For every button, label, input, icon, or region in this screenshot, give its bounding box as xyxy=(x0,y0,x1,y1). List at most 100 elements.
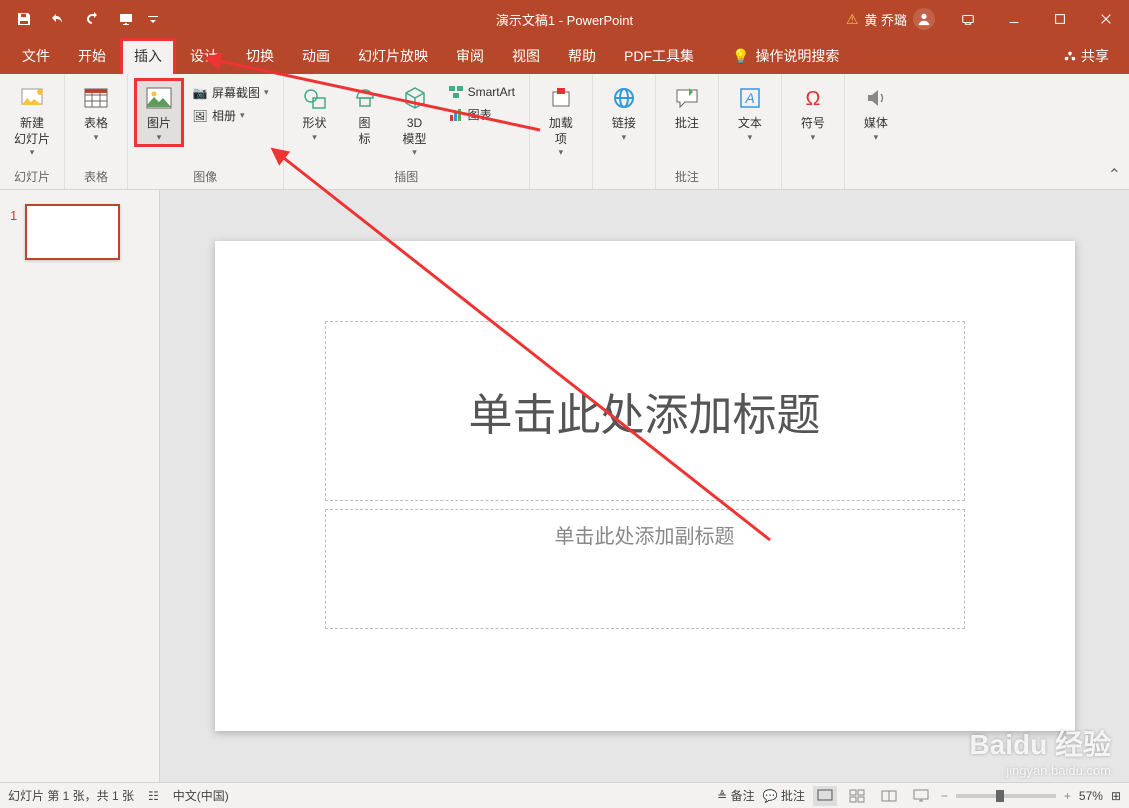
group-label-links xyxy=(622,169,625,189)
tab-pdf[interactable]: PDF工具集 xyxy=(610,38,708,74)
slide-thumbnail-1[interactable]: 1 xyxy=(10,204,149,260)
group-label-slides: 幻灯片 xyxy=(14,166,50,189)
shapes-button[interactable]: 形状 ▾ xyxy=(290,78,340,147)
svg-text:Ω: Ω xyxy=(805,88,820,110)
share-button[interactable]: 共享 xyxy=(1051,38,1121,74)
accessibility-icon[interactable]: ☷ xyxy=(148,789,159,803)
picture-icon xyxy=(143,82,175,114)
photo-album-button[interactable]: 🖼 相册 ▾ xyxy=(188,105,273,126)
tab-design[interactable]: 设计 xyxy=(176,38,232,74)
normal-view-button[interactable] xyxy=(813,786,837,806)
symbol-button[interactable]: Ω 符号 ▾ xyxy=(788,78,838,147)
ribbon: 新建 幻灯片 ▾ 幻灯片 表格 ▾ 表格 图片 ▾ 📷 xyxy=(0,74,1129,190)
thumbnail-panel: 1 xyxy=(0,190,160,782)
title-placeholder[interactable]: 单击此处添加标题 xyxy=(325,321,965,501)
tab-view[interactable]: 视图 xyxy=(498,38,554,74)
new-slide-icon xyxy=(16,82,48,114)
fit-to-window-button[interactable]: ⊞ xyxy=(1111,789,1121,803)
maximize-button[interactable] xyxy=(1037,0,1083,38)
links-button[interactable]: 链接 ▾ xyxy=(599,78,649,147)
minimize-button[interactable] xyxy=(991,0,1037,38)
qat-customize-button[interactable] xyxy=(144,5,162,33)
addins-icon xyxy=(545,82,577,114)
link-icon xyxy=(608,82,640,114)
icons-button[interactable]: 图 标 xyxy=(340,78,390,151)
slideshow-view-button[interactable] xyxy=(909,786,933,806)
caret-icon: ▾ xyxy=(559,147,564,158)
start-from-beginning-button[interactable] xyxy=(110,5,142,33)
user-account[interactable]: ⚠ 黄 乔璐 xyxy=(836,8,945,30)
language-indicator[interactable]: 中文(中国) xyxy=(173,787,229,804)
slide-sorter-button[interactable] xyxy=(845,786,869,806)
quick-access-toolbar xyxy=(0,5,162,33)
tab-home[interactable]: 开始 xyxy=(64,38,120,74)
cube-icon xyxy=(399,82,431,114)
redo-button[interactable] xyxy=(76,5,108,33)
caret-icon: ▾ xyxy=(30,147,35,158)
tab-help[interactable]: 帮助 xyxy=(554,38,610,74)
zoom-out-button[interactable]: − xyxy=(941,789,948,803)
tab-insert[interactable]: 插入 xyxy=(120,38,176,74)
tell-me-search[interactable]: 💡 操作说明搜索 xyxy=(718,38,853,74)
notes-label: 备注 xyxy=(731,789,755,803)
avatar xyxy=(913,8,935,30)
3d-model-label: 3D 模型 xyxy=(403,116,427,147)
group-illustrations: 形状 ▾ 图 标 3D 模型 ▾ SmartArt 图表 xyxy=(284,74,530,189)
tab-file[interactable]: 文件 xyxy=(8,38,64,74)
undo-button[interactable] xyxy=(42,5,74,33)
group-addins: 加载 项 ▾ xyxy=(530,74,593,189)
collapse-ribbon-button[interactable]: ⌃ xyxy=(1108,165,1121,185)
zoom-slider[interactable] xyxy=(956,794,1056,798)
chart-icon xyxy=(448,107,464,123)
new-slide-button[interactable]: 新建 幻灯片 ▾ xyxy=(6,78,58,162)
group-media: 媒体 ▾ xyxy=(845,74,907,189)
group-label-tables: 表格 xyxy=(84,166,108,189)
group-label-images: 图像 xyxy=(193,166,217,189)
caret-icon: ▾ xyxy=(412,147,417,158)
3d-model-button[interactable]: 3D 模型 ▾ xyxy=(390,78,440,162)
save-button[interactable] xyxy=(8,5,40,33)
slide[interactable]: 单击此处添加标题 单击此处添加副标题 xyxy=(215,241,1075,731)
picture-label: 图片 xyxy=(147,116,171,132)
text-label: 文本 xyxy=(738,116,762,132)
warning-icon: ⚠ xyxy=(846,11,859,28)
symbol-label: 符号 xyxy=(801,116,825,132)
screenshot-button[interactable]: 📷 屏幕截图 ▾ xyxy=(188,82,273,103)
caret-icon: ▾ xyxy=(811,132,816,143)
notes-button[interactable]: ≜ 备注 xyxy=(717,787,754,804)
slide-counter[interactable]: 幻灯片 第 1 张，共 1 张 xyxy=(8,787,134,804)
icons-label: 图 标 xyxy=(359,116,371,147)
shapes-label: 形状 xyxy=(303,116,327,132)
reading-view-button[interactable] xyxy=(877,786,901,806)
zoom-in-button[interactable]: + xyxy=(1064,789,1071,803)
shapes-icon xyxy=(299,82,331,114)
group-label-media xyxy=(874,169,877,189)
group-label-symbol xyxy=(811,169,814,189)
addins-button[interactable]: 加载 项 ▾ xyxy=(536,78,586,162)
table-label: 表格 xyxy=(84,116,108,132)
comments-button[interactable]: 💬 批注 xyxy=(763,787,805,804)
tab-slideshow[interactable]: 幻灯片放映 xyxy=(344,38,442,74)
tab-animations[interactable]: 动画 xyxy=(288,38,344,74)
text-button[interactable]: A 文本 ▾ xyxy=(725,78,775,147)
picture-button[interactable]: 图片 ▾ xyxy=(134,78,184,147)
caret-icon: ▾ xyxy=(264,87,269,98)
screenshot-label: 屏幕截图 xyxy=(212,84,260,101)
media-button[interactable]: 媒体 ▾ xyxy=(851,78,901,147)
thumbnail-number: 1 xyxy=(10,204,17,260)
group-symbol: Ω 符号 ▾ xyxy=(782,74,845,189)
subtitle-placeholder[interactable]: 单击此处添加副标题 xyxy=(325,509,965,629)
chart-button[interactable]: 图表 xyxy=(444,104,519,125)
media-label: 媒体 xyxy=(864,116,888,132)
tab-transitions[interactable]: 切换 xyxy=(232,38,288,74)
smartart-button[interactable]: SmartArt xyxy=(444,82,519,102)
tab-review[interactable]: 审阅 xyxy=(442,38,498,74)
smartart-icon xyxy=(448,84,464,100)
close-button[interactable] xyxy=(1083,0,1129,38)
zoom-level[interactable]: 57% xyxy=(1079,789,1103,803)
ribbon-display-button[interactable] xyxy=(945,0,991,38)
comment-button[interactable]: 批注 xyxy=(662,78,712,136)
text-icon: A xyxy=(734,82,766,114)
table-button[interactable]: 表格 ▾ xyxy=(71,78,121,147)
addins-label: 加载 项 xyxy=(549,116,573,147)
